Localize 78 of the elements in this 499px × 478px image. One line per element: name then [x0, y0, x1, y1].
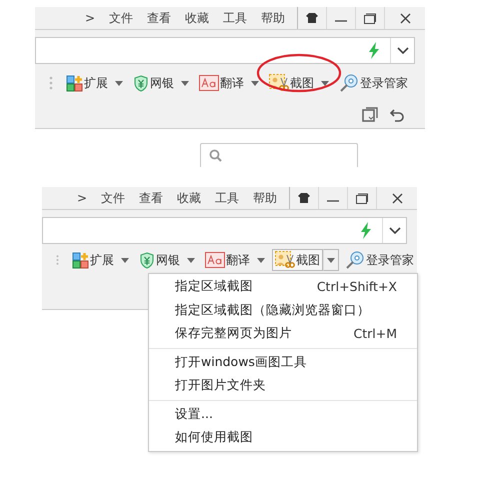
menu-option[interactable]: 指定区域截图（隐藏浏览器窗口）: [149, 298, 417, 322]
caret-button[interactable]: [323, 249, 339, 271]
tabs-icon: [362, 107, 378, 123]
menu-item[interactable]: 收藏: [177, 190, 201, 206]
address-field[interactable]: [42, 217, 407, 244]
toolbar-button[interactable]: 截图: [272, 249, 323, 271]
caret-icon: [250, 80, 258, 86]
toolbar-button[interactable]: 翻译: [196, 72, 247, 94]
menu-item[interactable]: 文件: [101, 190, 125, 206]
option-label: 保存完整网页为图片: [175, 325, 292, 342]
menu-option[interactable]: 指定区域截图 Ctrl+Shift+X: [149, 275, 417, 298]
menu-item[interactable]: 收藏: [185, 10, 209, 26]
option-label: 指定区域截图（隐藏浏览器窗口）: [175, 302, 370, 319]
translate-icon: [199, 75, 219, 91]
caret-icon: [120, 258, 128, 262]
blocks-icon: [72, 252, 89, 268]
close-icon: [400, 12, 410, 24]
translate-icon: [205, 252, 225, 268]
option-label: 如何使用截图: [175, 429, 253, 446]
toolbar-button[interactable]: 登录管家: [342, 249, 417, 271]
shirt-icon: [306, 13, 318, 23]
caret-icon: [186, 258, 194, 262]
shield-icon: [133, 74, 149, 92]
restore-icon: [356, 192, 368, 204]
option-label: 打开图片文件夹: [175, 377, 266, 394]
minimize-icon: [335, 20, 347, 22]
menu-option[interactable]: 保存完整网页为图片 Ctrl+M: [149, 322, 417, 346]
undo-icon: [390, 108, 405, 122]
close-icon: [392, 192, 402, 204]
menu-item[interactable]: 查看: [147, 10, 171, 26]
option-label: 指定区域截图: [175, 278, 253, 296]
search-icon: [209, 149, 222, 162]
address-field[interactable]: [35, 37, 415, 64]
menu-option[interactable]: 如何使用截图: [149, 426, 417, 450]
caret-icon: [327, 258, 335, 262]
caret-icon: [256, 258, 264, 262]
toolbar-button[interactable]: 登录管家: [336, 72, 411, 94]
menu-option[interactable]: 打开windows画图工具: [149, 350, 417, 374]
menu-option[interactable]: 打开图片文件夹: [149, 374, 417, 398]
chevron-down-icon: [388, 226, 400, 234]
minimize-icon: [327, 200, 339, 202]
toolbar-button[interactable]: 扩展: [69, 249, 117, 271]
shirt-icon: [298, 193, 310, 203]
magnifier-key-icon: [339, 73, 359, 93]
caret-icon: [114, 80, 122, 86]
grip-icon: [49, 76, 53, 90]
search-field[interactable]: [200, 143, 358, 167]
lightning-icon: [360, 222, 372, 239]
chevron-down-icon: [396, 46, 408, 54]
menu-item[interactable]: 帮助: [261, 10, 285, 26]
blocks-icon: [66, 74, 83, 92]
menu-item[interactable]: 工具: [223, 10, 247, 26]
toolbar-button[interactable]: 网银: [130, 72, 177, 94]
shortcut-text: Ctrl+M: [354, 326, 397, 342]
caret-icon: [320, 80, 328, 86]
option-label: 打开windows画图工具: [175, 354, 307, 371]
undo-button[interactable]: [390, 108, 405, 122]
toolbar-button[interactable]: 网银: [136, 249, 183, 271]
toolbar-button[interactable]: 扩展: [63, 72, 111, 94]
restore-icon: [364, 12, 376, 24]
magnifier-key-icon: [345, 250, 365, 270]
menu-item[interactable]: >: [76, 191, 87, 205]
caret-icon: [180, 80, 188, 86]
menu-item[interactable]: >: [84, 11, 95, 25]
menu-item[interactable]: 工具: [215, 190, 239, 206]
shortcut-text: Ctrl+Shift+X: [316, 279, 397, 294]
scissors-picture-icon: [269, 74, 289, 92]
menu-option[interactable]: 设置...: [149, 402, 417, 426]
scissors-picture-icon: [275, 251, 295, 269]
menu-item[interactable]: 文件: [109, 10, 133, 26]
toolbar-button[interactable]: 翻译: [202, 249, 253, 271]
lightning-icon: [368, 42, 380, 59]
shield-icon: [139, 252, 155, 268]
option-label: 设置...: [175, 406, 213, 423]
grip-icon: [56, 253, 59, 267]
menu-item[interactable]: 帮助: [253, 190, 277, 206]
menu-item[interactable]: 查看: [139, 190, 163, 206]
tabs-button[interactable]: [362, 107, 378, 123]
